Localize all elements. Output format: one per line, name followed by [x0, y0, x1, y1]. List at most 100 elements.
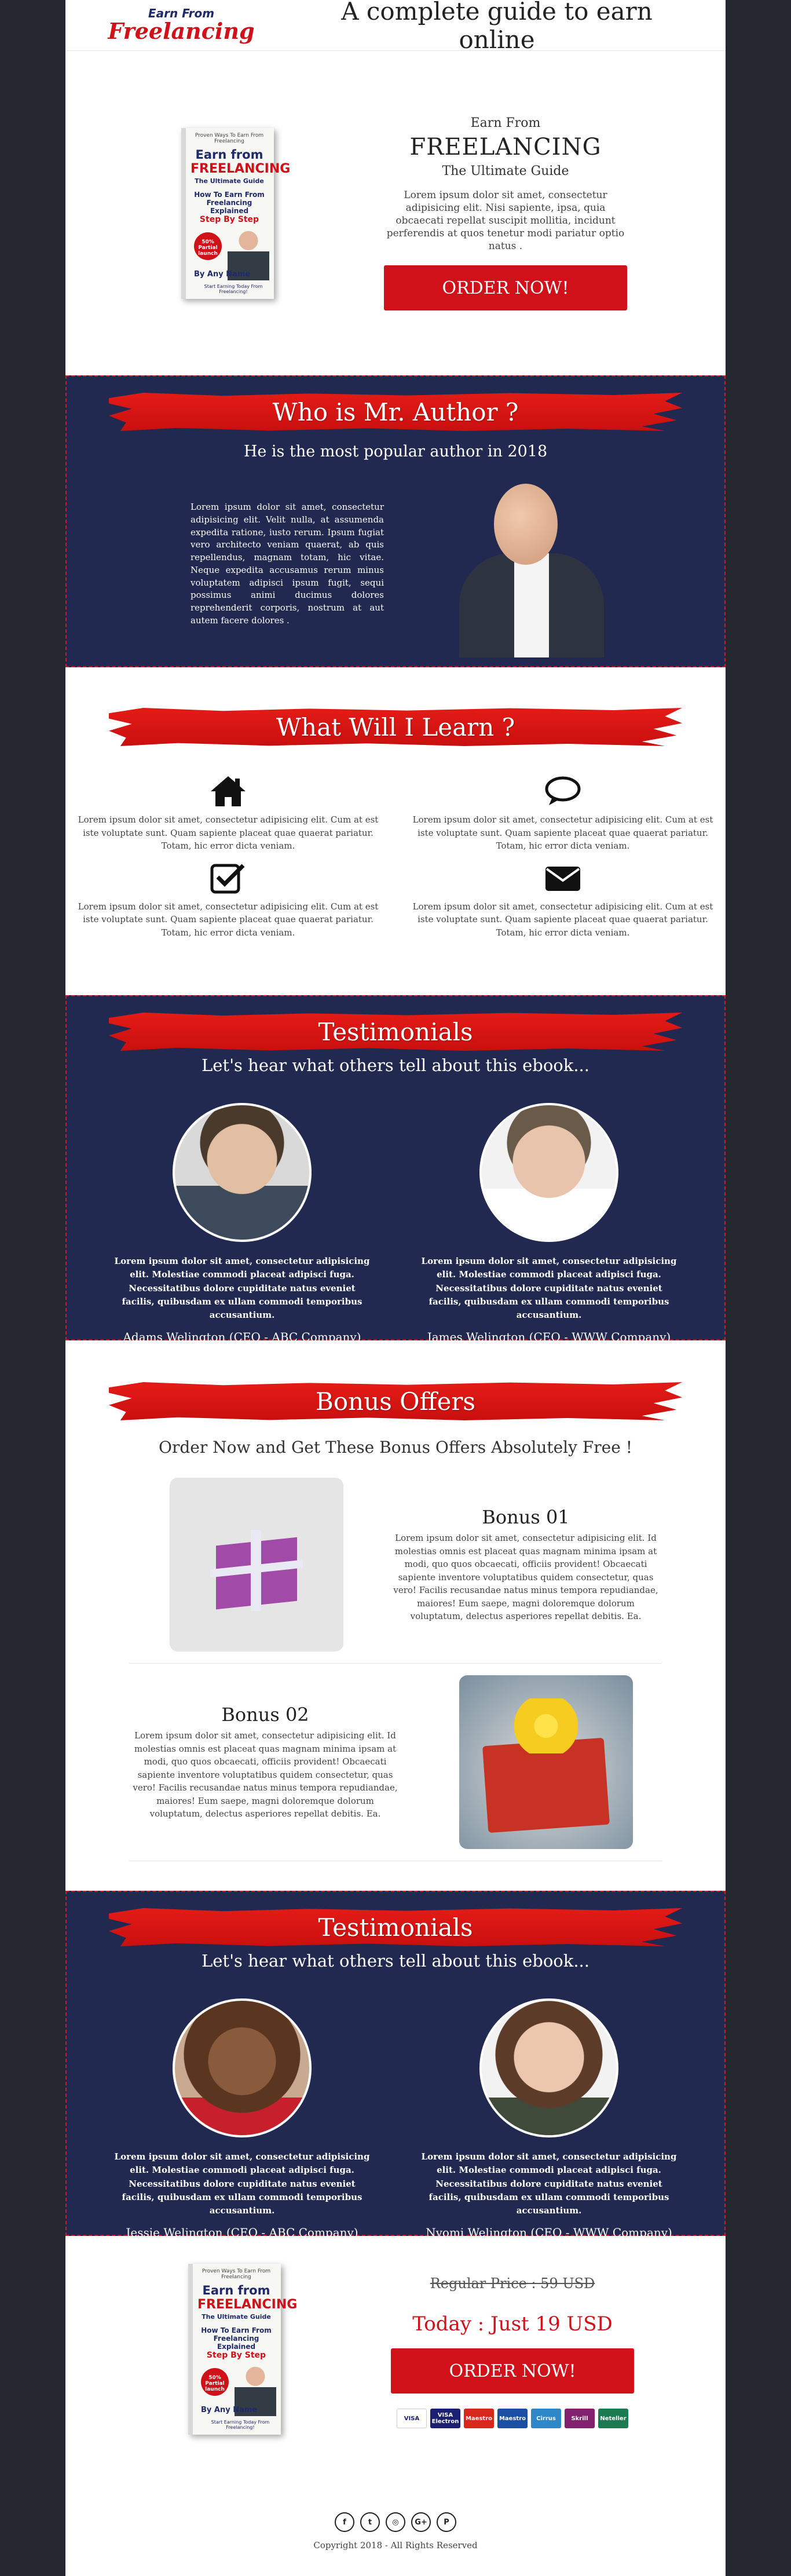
twitter-icon[interactable]: t — [360, 2512, 380, 2532]
testimonials-grid: Lorem ipsum dolor sit amet, consectetur … — [67, 1103, 724, 1344]
author-heading-banner: Who is Mr. Author ? — [109, 393, 682, 431]
hero-line-1: Earn From — [470, 115, 541, 130]
logo[interactable]: Earn From Freelancing — [106, 6, 257, 44]
envelope-icon — [545, 866, 580, 891]
learn-item: Lorem ipsum dolor sit amet, consectetur … — [72, 775, 384, 853]
instagram-icon[interactable]: ◎ — [386, 2512, 405, 2532]
visa-icon: VISA — [397, 2409, 427, 2428]
learn-section: What Will I Learn ? Lorem ipsum dolor si… — [65, 667, 726, 995]
learn-text: Lorem ipsum dolor sit amet, consectetur … — [412, 901, 713, 938]
learn-item: Lorem ipsum dolor sit amet, consectetur … — [407, 775, 719, 853]
logo-bottom: Freelancing — [108, 18, 255, 44]
testimonials-section: Testimonials Let's hear what others tell… — [65, 995, 726, 1344]
book-title-3: The Ultimate Guide — [195, 177, 264, 185]
divider — [129, 1663, 662, 1664]
book-pre: Proven Ways To Earn From Freelancing — [202, 2268, 271, 2280]
pinterest-icon[interactable]: P — [437, 2512, 456, 2532]
landing-page: Earn From Freelancing A complete guide t… — [65, 0, 726, 2576]
learn-grid: Lorem ipsum dolor sit amet, consectetur … — [65, 746, 726, 939]
bonus-description: Lorem ipsum dolor sit amet, consectetur … — [133, 1730, 398, 1819]
author-photo — [459, 484, 604, 657]
learn-text: Lorem ipsum dolor sit amet, consectetur … — [78, 901, 379, 938]
testimonial-text: Lorem ipsum dolor sit amet, consectetur … — [114, 1256, 370, 1320]
avatar — [173, 1103, 312, 1242]
book-title-4: How To Earn From Freelancing Explained — [201, 2326, 272, 2351]
book-foot: Start Earning Today From Freelancing! — [204, 283, 263, 294]
order-now-button-2[interactable]: ORDER NOW! — [391, 2348, 634, 2394]
header-title: A complete guide to earn online — [341, 0, 653, 54]
google-plus-icon[interactable]: G+ — [411, 2512, 431, 2532]
avatar — [173, 1998, 312, 2137]
bonus-title: Bonus 02 — [221, 1704, 309, 1726]
author-subheading: He is the most popular author in 2018 — [243, 443, 548, 461]
learn-item: Lorem ipsum dolor sit amet, consectetur … — [407, 862, 719, 940]
learn-heading-banner: What Will I Learn ? — [109, 708, 682, 746]
testimonial-item: Lorem ipsum dolor sit amet, consectetur … — [419, 1103, 679, 1344]
testimonial-name: Jessie Welington (CEO - ABC Company) — [126, 2226, 358, 2240]
bonus-row: Bonus 01 Lorem ipsum dolor sit amet, con… — [129, 1478, 662, 1651]
book-title-1: Earn from — [195, 147, 263, 162]
bonus-section: Bonus Offers Order Now and Get These Bon… — [65, 1340, 726, 1891]
maestro-blue-icon: Maestro — [497, 2409, 528, 2428]
learn-text: Lorem ipsum dolor sit amet, consectetur … — [412, 814, 713, 851]
hero-section: Proven Ways To Earn From Freelancing Ear… — [65, 51, 726, 375]
book-author: By Any Name — [194, 269, 251, 279]
testimonials-heading: Testimonials — [318, 1017, 473, 1046]
home-icon — [211, 776, 246, 806]
hero-description: Lorem ipsum dolor sit amet, consectetur … — [386, 189, 625, 253]
hero-line-2: FREELANCING — [409, 133, 602, 160]
testimonial-name: James Welington (CEO - WWW Company) — [427, 1330, 671, 1344]
book-title-2: FREELANCING — [191, 161, 291, 176]
book-seal: 50% Partial launch — [201, 2368, 229, 2396]
bonus-row: Bonus 02 Lorem ipsum dolor sit amet, con… — [129, 1675, 662, 1849]
bonus-text: Bonus 02 Lorem ipsum dolor sit amet, con… — [129, 1704, 401, 1821]
site-header: Earn From Freelancing A complete guide t… — [65, 0, 726, 54]
bonus-text: Bonus 01 Lorem ipsum dolor sit amet, con… — [390, 1506, 662, 1623]
testimonials-grid: Lorem ipsum dolor sit amet, consectetur … — [67, 1998, 724, 2239]
book-title-1: Earn from — [202, 2283, 270, 2297]
author-heading: Who is Mr. Author ? — [272, 397, 519, 426]
bonus-image-gift-purple — [170, 1478, 343, 1651]
testimonial-name: Nyomi Welington (CEO - WWW Company) — [426, 2226, 672, 2240]
testimonials-heading-banner: Testimonials — [109, 1908, 682, 1946]
regular-price: Regular Price : 59 USD — [430, 2275, 595, 2292]
checkbox-icon — [210, 864, 245, 893]
hero-text: Earn From FREELANCING The Ultimate Guide… — [384, 115, 627, 311]
copyright: Copyright 2018 - All Rights Reserved — [313, 2540, 478, 2551]
avatar — [479, 1103, 618, 1242]
avatar — [479, 1998, 618, 2137]
author-body: Lorem ipsum dolor sit amet, consectetur … — [67, 484, 724, 657]
author-section: Who is Mr. Author ? He is the most popul… — [65, 375, 726, 667]
payment-methods: VISA VISA Electron Maestro Maestro Cirru… — [391, 2409, 634, 2428]
maestro-icon: Maestro — [464, 2409, 494, 2428]
today-price: Today : Just 19 USD — [412, 2312, 613, 2336]
book-title-2: FREELANCING — [197, 2297, 298, 2312]
bonus-subheading: Order Now and Get These Bonus Offers Abs… — [159, 1438, 632, 1457]
testimonial-item: Lorem ipsum dolor sit amet, consectetur … — [419, 1998, 679, 2239]
learn-text: Lorem ipsum dolor sit amet, consectetur … — [78, 814, 379, 851]
book-title-5: Step By Step — [199, 214, 259, 224]
testimonial-item: Lorem ipsum dolor sit amet, consectetur … — [112, 1998, 372, 2239]
testimonials-section-2: Testimonials Let's hear what others tell… — [65, 1891, 726, 2239]
learn-item: Lorem ipsum dolor sit amet, consectetur … — [72, 862, 384, 940]
book-seal: 50% Partial launch — [194, 232, 222, 260]
visa-electron-icon: VISA Electron — [430, 2409, 460, 2428]
testimonial-item: Lorem ipsum dolor sit amet, consectetur … — [112, 1103, 372, 1344]
social-links: f t ◎ G+ P — [65, 2512, 726, 2532]
cirrus-icon: Cirrus — [531, 2409, 561, 2428]
bonus-heading-banner: Bonus Offers — [109, 1382, 682, 1420]
author-photo-body — [459, 553, 604, 657]
facebook-icon[interactable]: f — [335, 2512, 354, 2532]
final-pricing: Regular Price : 59 USD Today : Just 19 U… — [391, 2264, 634, 2428]
bonus-image-gift-red — [459, 1675, 633, 1849]
testimonials-subheading: Let's hear what others tell about this e… — [202, 1055, 589, 1075]
book-author: By Any Name — [201, 2406, 258, 2414]
order-now-button[interactable]: ORDER NOW! — [384, 265, 627, 311]
testimonials-heading-banner: Testimonials — [109, 1013, 682, 1051]
testimonial-name: Adams Welington (CEO - ABC Company) — [123, 1330, 361, 1344]
hero-line-3: The Ultimate Guide — [442, 163, 569, 178]
bonus-description: Lorem ipsum dolor sit amet, consectetur … — [393, 1533, 658, 1622]
book-cover: Proven Ways To Earn From Freelancing Ear… — [188, 2264, 298, 2435]
book-title-5: Step By Step — [206, 2351, 266, 2360]
book-title-4: How To Earn From Freelancing Explained — [194, 190, 265, 215]
